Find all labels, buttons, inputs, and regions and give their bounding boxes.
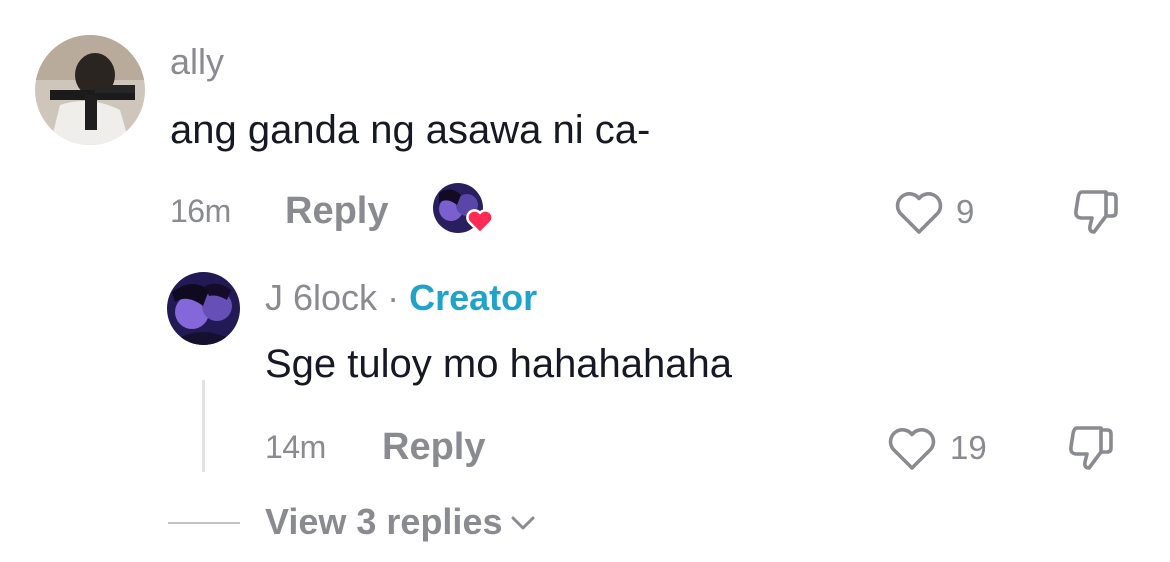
commenter-avatar[interactable] — [35, 35, 145, 145]
creator-badge: Creator — [409, 277, 538, 318]
thread-line — [202, 380, 205, 472]
reply-button[interactable]: Reply — [382, 428, 485, 466]
view-replies-divider — [168, 522, 240, 524]
separator-dot: · — [387, 277, 400, 318]
comment-text: ang ganda ng asawa ni ca- — [170, 108, 651, 152]
view-replies-button[interactable]: View 3 replies — [265, 504, 538, 540]
comment-timestamp: 16m — [170, 193, 231, 229]
thumbs-down-icon — [1074, 190, 1118, 234]
dislike-button[interactable] — [1065, 422, 1117, 474]
reply-timestamp: 14m — [265, 429, 326, 465]
chevron-down-icon — [511, 516, 535, 530]
heart-badge-icon — [466, 209, 494, 235]
creator-liked-indicator — [433, 183, 495, 237]
thumbs-down-icon — [1069, 426, 1113, 470]
replier-avatar[interactable] — [167, 272, 240, 345]
like-count: 9 — [956, 193, 975, 230]
like-button[interactable] — [893, 190, 945, 236]
reply-text: Sge tuloy mo hahahahaha — [265, 342, 733, 386]
like-button[interactable] — [886, 426, 938, 472]
heart-outline-icon — [888, 428, 936, 470]
reply-button[interactable]: Reply — [285, 192, 388, 230]
replier-username[interactable]: J 6lock — [265, 277, 377, 318]
like-count: 19 — [950, 429, 987, 466]
commenter-username[interactable]: ally — [170, 44, 224, 80]
replier-header: J 6lock · Creator — [265, 280, 537, 316]
view-replies-label: View 3 replies — [265, 501, 503, 542]
heart-outline-icon — [895, 192, 943, 234]
dislike-button[interactable] — [1070, 186, 1122, 238]
